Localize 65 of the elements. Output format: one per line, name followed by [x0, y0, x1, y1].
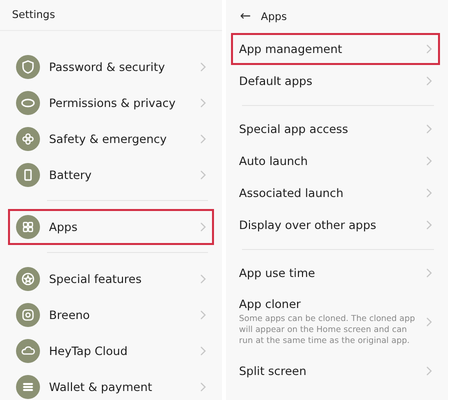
chevron-icon: [426, 268, 432, 278]
chevron-icon: [426, 220, 432, 230]
back-button[interactable]: ←: [240, 9, 251, 24]
menu-item[interactable]: Split screen: [231, 354, 440, 387]
item-label: Apps: [49, 220, 78, 234]
settings-item[interactable]: Safety & emergency: [8, 121, 214, 157]
chevron-icon: [200, 382, 206, 392]
item-label: Safety & emergency: [49, 132, 168, 146]
chevron-icon: [426, 316, 432, 327]
chevron-icon: [426, 76, 432, 86]
menu-item[interactable]: App cloner Some apps can be cloned. The cloned app will appear on the Home screen and can run at the same time as the original app.: [231, 289, 440, 355]
badge-icon: [16, 303, 40, 327]
screen-title: Apps: [260, 10, 287, 22]
battery-icon: [16, 163, 40, 187]
item-label: HeyTap Cloud: [49, 344, 129, 358]
cloud-icon: [16, 339, 40, 363]
item-label: App use time: [239, 266, 316, 280]
menu-item[interactable]: Auto launch: [231, 145, 440, 177]
item-label: Display over other apps: [239, 218, 378, 232]
chevron-icon: [200, 346, 206, 356]
item-label: Associated launch: [239, 186, 344, 200]
item-label: Password & security: [49, 60, 166, 74]
chevron-icon: [426, 124, 432, 134]
chevron-icon: [200, 274, 206, 284]
item-description: Some apps can be cloned. The cloned app will appear on the Home screen and can run at the same time as the original app.: [239, 313, 416, 347]
chevron-icon: [200, 310, 206, 320]
item-label: Split screen: [239, 364, 308, 378]
menu-item[interactable]: Special app access: [231, 113, 440, 145]
chevron-icon: [200, 98, 206, 108]
settings-item[interactable]: Password & security: [8, 49, 214, 85]
settings-item[interactable]: Special features: [8, 261, 214, 297]
menu-item[interactable]: Default apps: [231, 65, 440, 97]
settings-item[interactable]: Breeno: [8, 297, 214, 333]
menu-item[interactable]: App use time: [231, 257, 440, 289]
menu-item[interactable]: Associated launch: [231, 177, 440, 209]
flower-icon: [16, 127, 40, 151]
item-label: App cloner: [239, 297, 302, 311]
menu-item[interactable]: App management: [231, 33, 440, 65]
chevron-icon: [200, 62, 206, 72]
settings-item[interactable]: Wallet & payment: [8, 369, 214, 400]
settings-item[interactable]: Apps: [8, 209, 214, 245]
settings-item[interactable]: HeyTap Cloud: [8, 333, 214, 369]
item-label: Special app access: [239, 122, 350, 136]
chevron-icon: [200, 170, 206, 180]
item-label: Permissions & privacy: [49, 96, 176, 110]
item-label: Special features: [49, 272, 143, 286]
shield-icon: [16, 55, 40, 79]
screen-title: Settings: [12, 9, 56, 21]
chevron-icon: [426, 366, 432, 376]
grid-icon: [16, 215, 40, 239]
item-label: Auto launch: [239, 154, 309, 168]
chevron-icon: [426, 188, 432, 198]
chevron-icon: [426, 44, 432, 54]
settings-item[interactable]: Permissions & privacy: [8, 85, 214, 121]
item-label: Breeno: [49, 308, 91, 322]
chevron-icon: [200, 222, 206, 232]
item-label: Wallet & payment: [49, 380, 154, 394]
item-label: Default apps: [239, 74, 314, 88]
item-label: App management: [239, 42, 344, 56]
item-label: Battery: [49, 168, 93, 182]
settings-item[interactable]: Battery: [8, 157, 214, 193]
chevron-icon: [200, 134, 206, 144]
eye-icon: [16, 91, 40, 115]
chevron-icon: [426, 156, 432, 166]
menu-item[interactable]: Display over other apps: [231, 209, 440, 241]
